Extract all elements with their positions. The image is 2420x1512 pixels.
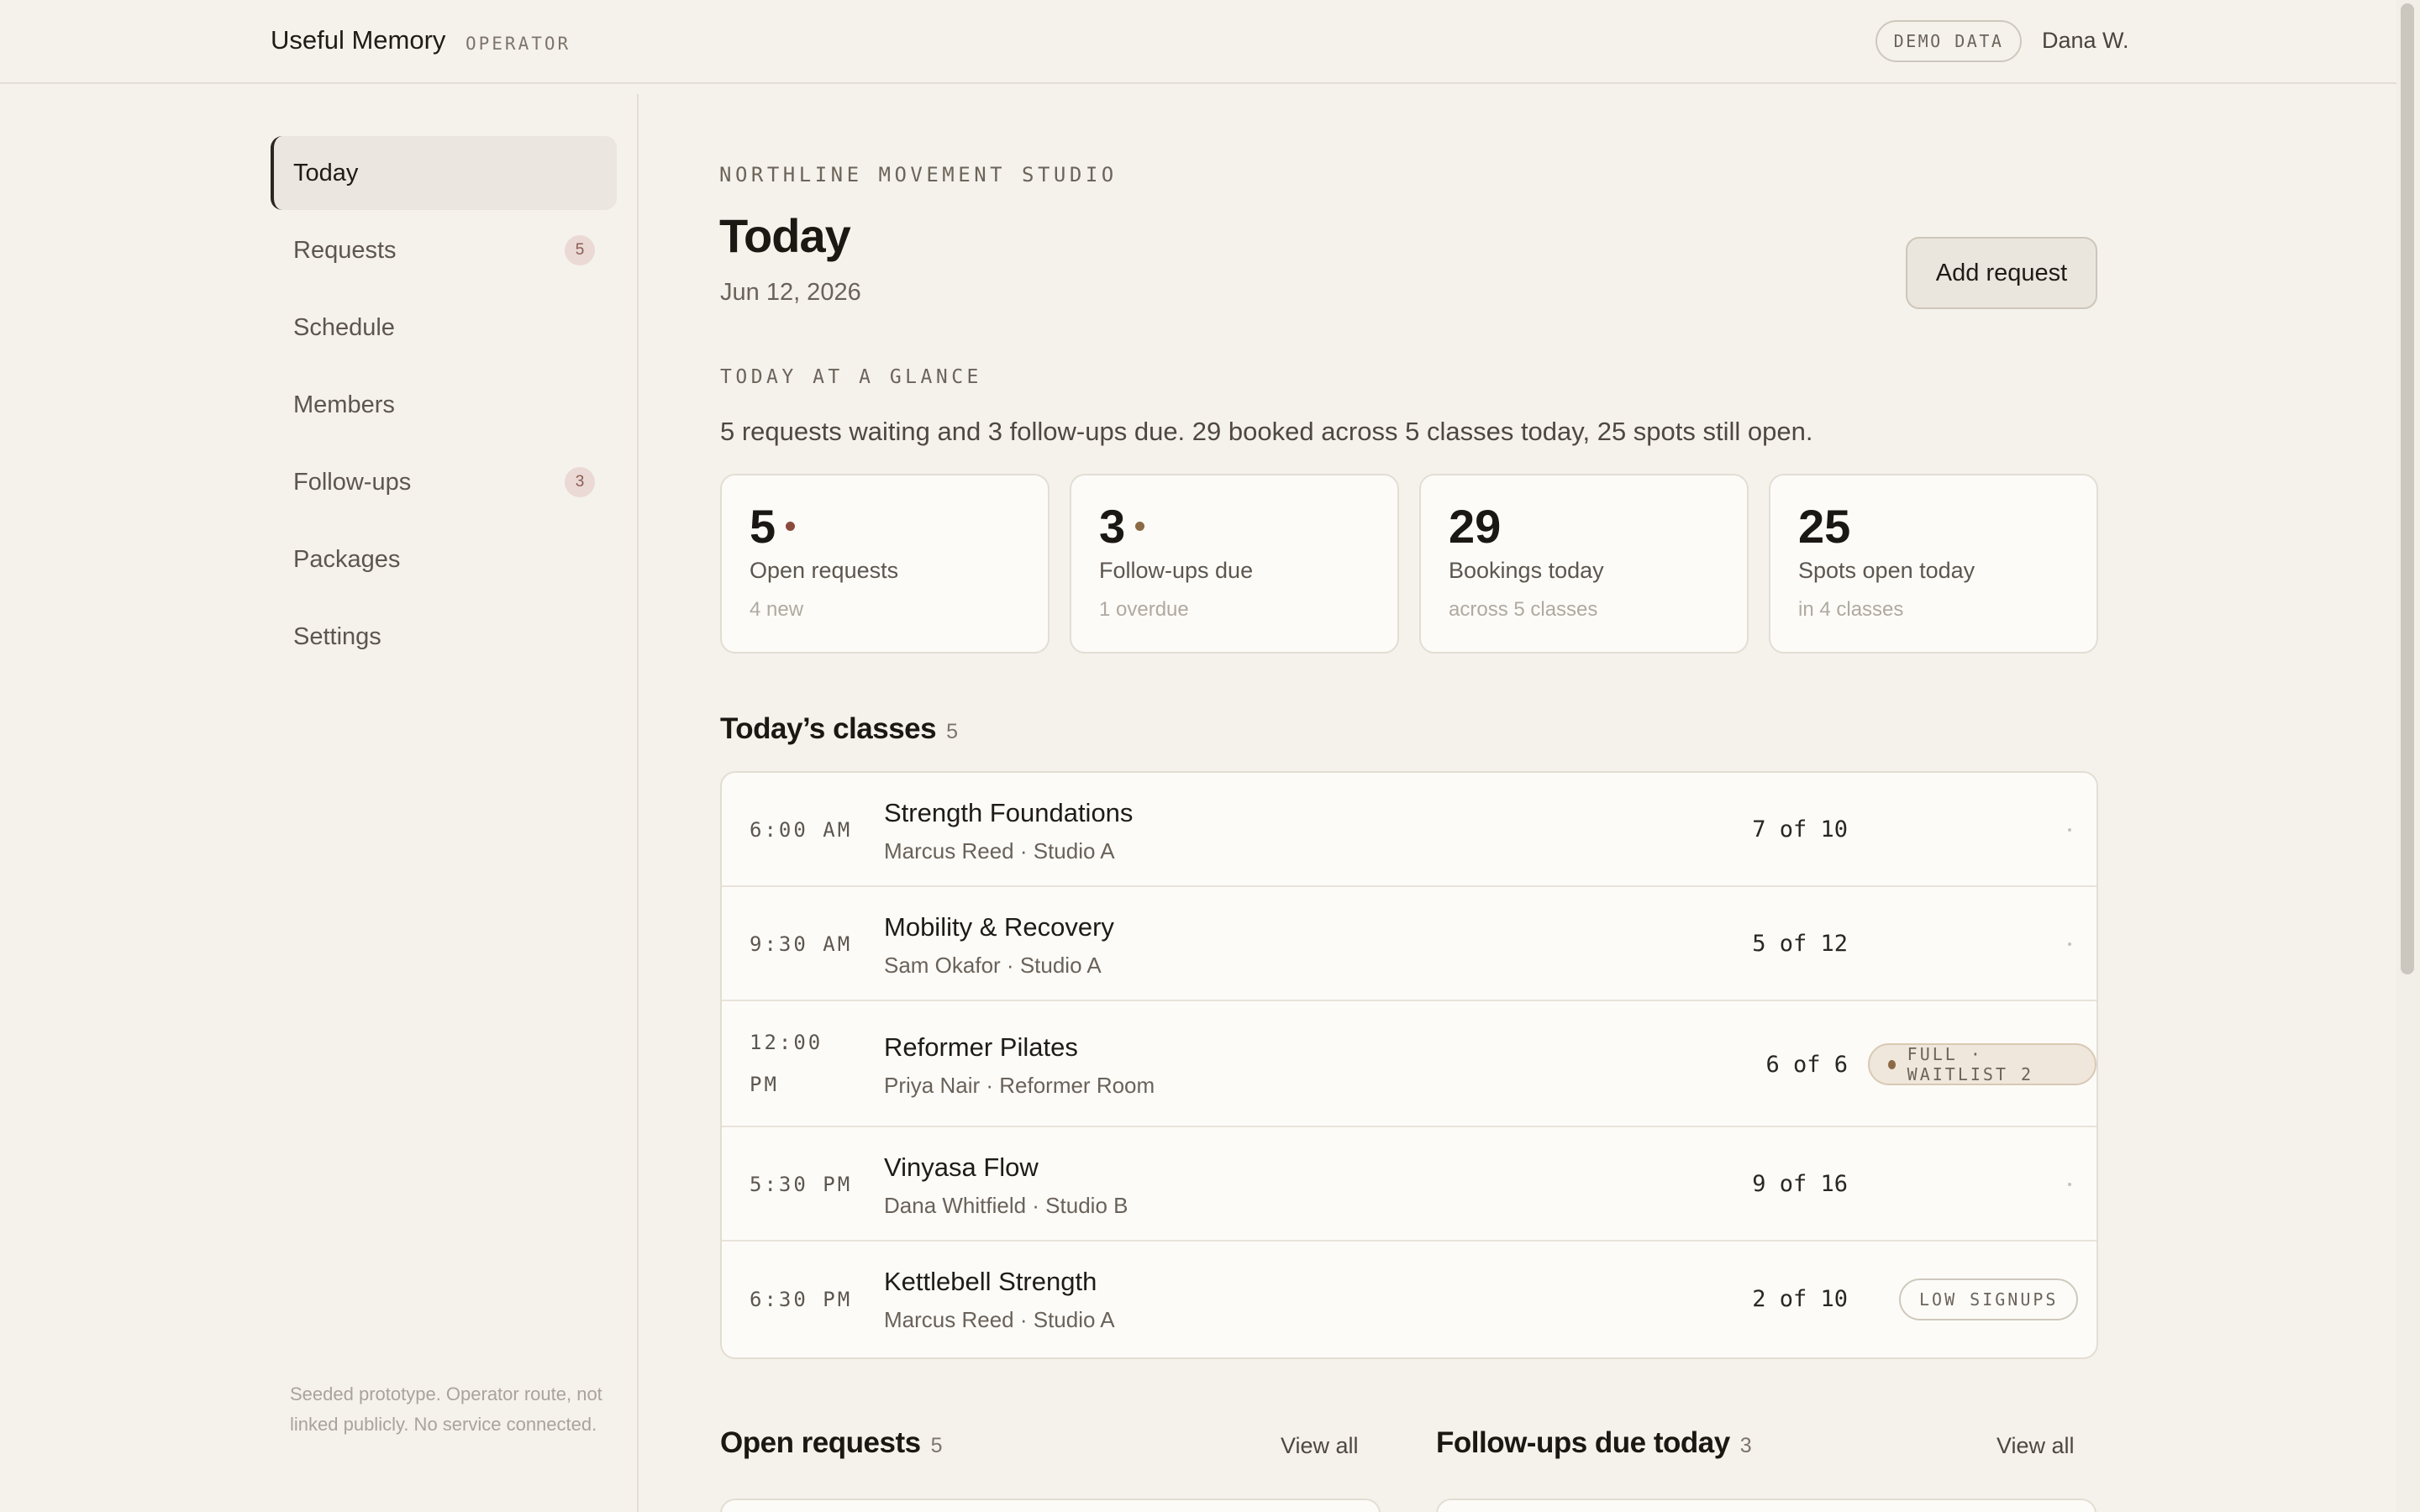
- class-row[interactable]: 5:30 PM Vinyasa Flow Dana Whitfield · St…: [722, 1127, 2096, 1242]
- section-count: 3: [1739, 1434, 1752, 1457]
- class-time: 12:00 PM: [750, 1031, 823, 1096]
- top-bar: Useful Memory OPERATOR DEMO DATA Dana W.: [0, 0, 2396, 84]
- app-subtitle: OPERATOR: [466, 34, 571, 54]
- class-meta: Marcus Reed · Studio A: [884, 838, 1115, 864]
- sidebar-item-label: Schedule: [293, 313, 395, 341]
- sidebar-item-members[interactable]: Members: [271, 368, 617, 442]
- sidebar-item-schedule[interactable]: Schedule: [271, 291, 617, 365]
- section-title-text: Open requests: [720, 1426, 921, 1459]
- sidebar-item-label: Requests: [293, 236, 397, 264]
- status-dot-icon: [786, 522, 796, 531]
- stat-sub: 1 overdue: [1099, 598, 1189, 621]
- glance-heading: TODAY AT A GLANCE: [720, 366, 982, 388]
- section-count: 5: [930, 1434, 943, 1457]
- class-meta: Dana Whitfield · Studio B: [884, 1193, 1128, 1218]
- count-badge: 5: [565, 235, 595, 265]
- stat-label: Bookings today: [1449, 558, 1604, 583]
- stat-value-wrap: 3: [1099, 499, 1145, 554]
- class-name: Mobility & Recovery: [884, 912, 1114, 942]
- stat-sub: 4 new: [750, 598, 804, 621]
- glance-summary: 5 requests waiting and 3 follow-ups due.…: [720, 417, 1813, 446]
- class-row[interactable]: 6:00 AM Strength Foundations Marcus Reed…: [722, 773, 2096, 887]
- sidebar-item-label: Follow-ups: [293, 468, 412, 496]
- waitlist-badge-label: FULL · WAITLIST 2: [1907, 1044, 2034, 1084]
- stat-label: Spots open today: [1798, 558, 1975, 583]
- user-menu[interactable]: Dana W.: [2042, 28, 2129, 54]
- class-time: 6:30 PM: [750, 1288, 853, 1311]
- low-signups-badge: LOW SIGNUPS: [1899, 1278, 2079, 1320]
- stat-value: 3: [1099, 500, 1126, 553]
- sidebar-item-label: Today: [293, 159, 359, 186]
- sidebar-item-label: Packages: [293, 545, 401, 573]
- class-capacity: 2 of 10: [1752, 1286, 1848, 1312]
- stat-sub: in 4 classes: [1798, 598, 1904, 621]
- studio-name: NORTHLINE MOVEMENT STUDIO: [719, 163, 1118, 186]
- class-meta: Priya Nair · Reformer Room: [884, 1073, 1155, 1098]
- count-badge: 3: [565, 467, 595, 497]
- stat-value: 5: [750, 500, 776, 553]
- app-title[interactable]: Useful Memory: [271, 25, 445, 55]
- stat-card-bookings[interactable]: 29 Bookings today across 5 classes: [1419, 474, 1749, 654]
- class-capacity: 9 of 16: [1752, 1171, 1848, 1197]
- class-capacity: 6 of 6: [1765, 1052, 1848, 1078]
- stat-value: 25: [1798, 500, 1851, 553]
- class-row[interactable]: 6:30 PM Kettlebell Strength Marcus Reed …: [722, 1242, 2096, 1357]
- status-dot-icon: [1135, 522, 1145, 531]
- class-meta: Marcus Reed · Studio A: [884, 1307, 1115, 1332]
- sidebar-item-packages[interactable]: Packages: [271, 522, 617, 596]
- class-time: 6:00 AM: [750, 818, 853, 842]
- class-row[interactable]: 12:00 PM Reformer Pilates Priya Nair · R…: [722, 1001, 2096, 1127]
- open-requests-title: Open requests 5: [720, 1426, 942, 1460]
- page-title: Today: [719, 209, 851, 262]
- open-requests-view-all-link[interactable]: View all: [1281, 1433, 1359, 1459]
- sidebar-item-follow-ups[interactable]: Follow-ups 3: [271, 445, 617, 519]
- page-date: Jun 12, 2026: [720, 279, 861, 306]
- followups-title: Follow-ups due today 3: [1436, 1426, 1752, 1460]
- demo-data-badge: DEMO DATA: [1876, 20, 2022, 62]
- add-request-button[interactable]: Add request: [1906, 237, 2097, 309]
- section-title-text: Today’s classes: [720, 712, 937, 745]
- scrollbar-thumb[interactable]: [2401, 3, 2414, 974]
- classes-section-title: Today’s classes 5: [720, 712, 958, 746]
- class-name: Reformer Pilates: [884, 1032, 1078, 1062]
- sidebar-item-label: Members: [293, 391, 395, 418]
- waitlist-badge: FULL · WAITLIST 2: [1868, 1043, 2096, 1085]
- class-name: Strength Foundations: [884, 798, 1134, 827]
- section-title-text: Follow-ups due today: [1436, 1426, 1730, 1459]
- sidebar-footer-note: Seeded prototype. Operator route, not li…: [290, 1383, 602, 1435]
- sidebar-item-today[interactable]: Today: [271, 136, 617, 210]
- stat-sub: across 5 classes: [1449, 598, 1598, 621]
- sidebar-item-requests[interactable]: Requests 5: [271, 213, 617, 287]
- status-dot-icon: [2068, 1183, 2071, 1186]
- stat-label: Follow-ups due: [1099, 558, 1254, 583]
- class-meta: Sam Okafor · Studio A: [884, 953, 1102, 978]
- sidebar-divider: [637, 94, 639, 1512]
- stat-card-open-requests[interactable]: 5 Open requests 4 new: [720, 474, 1050, 654]
- class-capacity: 7 of 10: [1752, 816, 1848, 843]
- class-time: 5:30 PM: [750, 1173, 853, 1196]
- class-time: 9:30 AM: [750, 932, 853, 956]
- sidebar-item-label: Settings: [293, 622, 381, 650]
- section-count: 5: [946, 720, 959, 743]
- stat-value-wrap: 5: [750, 499, 796, 554]
- status-dot-icon: [1888, 1059, 1896, 1069]
- class-capacity: 5 of 12: [1752, 931, 1848, 957]
- class-name: Vinyasa Flow: [884, 1152, 1039, 1182]
- open-requests-list: [720, 1499, 1381, 1512]
- sidebar-item-settings[interactable]: Settings: [271, 600, 617, 674]
- status-dot-icon: [2068, 942, 2071, 946]
- stat-card-spots-open[interactable]: 25 Spots open today in 4 classes: [1769, 474, 2098, 654]
- classes-list: 6:00 AM Strength Foundations Marcus Reed…: [720, 771, 2098, 1359]
- class-row[interactable]: 9:30 AM Mobility & Recovery Sam Okafor ·…: [722, 887, 2096, 1001]
- class-name: Kettlebell Strength: [884, 1267, 1097, 1296]
- stat-card-follow-ups[interactable]: 3 Follow-ups due 1 overdue: [1070, 474, 1399, 654]
- followups-list: [1436, 1499, 2096, 1512]
- followups-view-all-link[interactable]: View all: [1996, 1433, 2075, 1459]
- status-dot-icon: [2068, 828, 2071, 832]
- stat-label: Open requests: [750, 558, 899, 583]
- stat-value: 29: [1449, 500, 1502, 553]
